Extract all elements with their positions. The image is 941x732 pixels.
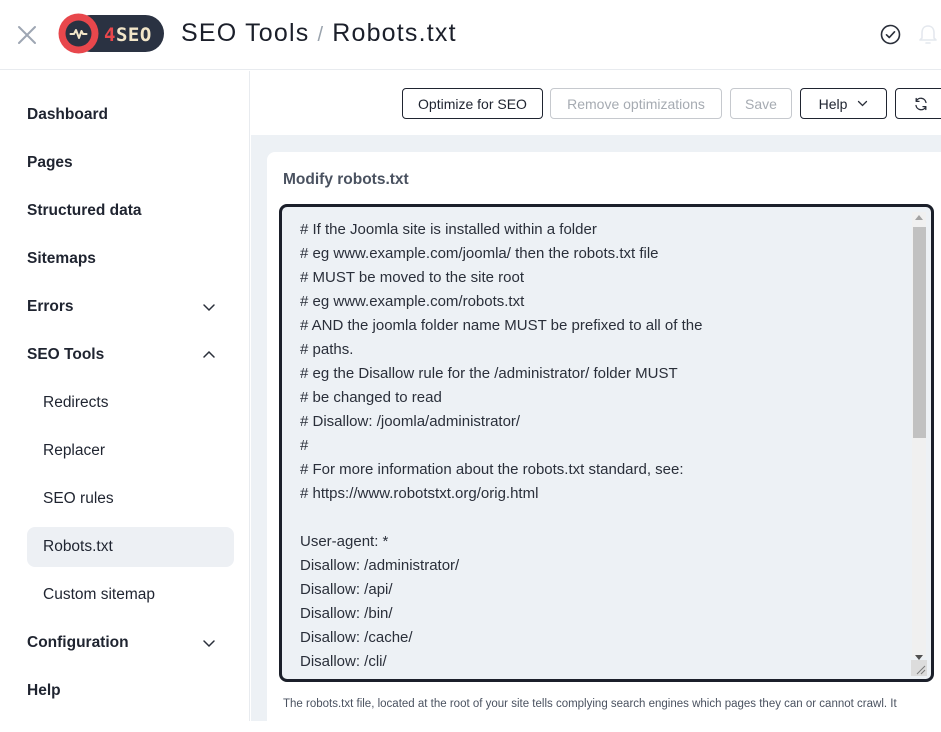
help-description: The robots.txt file, located at the root… (283, 698, 897, 710)
sidebar-item-sitemaps[interactable]: Sitemaps (27, 240, 234, 278)
chevron-down-icon (203, 304, 215, 312)
refresh-icon (915, 97, 927, 110)
sidebar-item-help[interactable]: Help (27, 672, 234, 710)
check-circle-icon[interactable] (880, 24, 901, 45)
editor-scrollbar[interactable] (912, 212, 926, 660)
sidebar-item-label: Configuration (27, 634, 129, 651)
top-bar: 4SEO SEO Tools / Robots.txt (0, 0, 941, 70)
scrollbar-thumb[interactable] (913, 227, 926, 438)
main-content: Optimize for SEO Remove optimizations Sa… (251, 71, 941, 732)
resize-grip-icon (916, 665, 926, 675)
bell-icon[interactable] (918, 24, 938, 46)
sidebar-item-pages[interactable]: Pages (27, 144, 234, 182)
chevron-down-icon (858, 100, 868, 107)
breadcrumb-separator: / (317, 24, 325, 46)
scroll-up-arrow-icon[interactable] (915, 215, 923, 220)
robots-txt-content[interactable]: # If the Joomla site is installed within… (300, 218, 910, 674)
card-title: Modify robots.txt (283, 171, 409, 188)
sidebar-item-label: Help (27, 682, 61, 699)
chevron-up-icon (203, 350, 215, 358)
help-dropdown-button[interactable]: Help (800, 88, 887, 119)
sidebar-item-label: SEO Tools (27, 346, 105, 363)
sidebar-subitem-label: Replacer (43, 442, 106, 459)
sidebar-subitem-label: Redirects (43, 394, 109, 411)
toolbar: Optimize for SEO Remove optimizations Sa… (251, 71, 941, 135)
sidebar-subitem-robots-txt[interactable]: Robots.txt (27, 527, 234, 567)
sidebar-item-dashboard[interactable]: Dashboard (27, 96, 234, 134)
sidebar-subitem-label: SEO rules (43, 490, 114, 507)
breadcrumb: SEO Tools / Robots.txt (181, 19, 457, 48)
breadcrumb-section[interactable]: SEO Tools (181, 19, 309, 47)
sidebar-subitem-replacer[interactable]: Replacer (27, 431, 234, 471)
close-button[interactable] (14, 22, 40, 48)
logo-text: 4SEO (104, 24, 152, 46)
page-title: Robots.txt (332, 19, 457, 47)
app-logo: 4SEO (58, 13, 165, 54)
sidebar-subitem-redirects[interactable]: Redirects (27, 383, 234, 423)
remove-optimizations-button[interactable]: Remove optimizations (550, 88, 722, 119)
sidebar: Dashboard Pages Structured data Sitemaps… (0, 71, 250, 721)
sidebar-item-label: Structured data (27, 202, 142, 219)
close-icon (18, 26, 36, 44)
sidebar-subitem-label: Custom sitemap (43, 586, 155, 603)
sidebar-item-errors[interactable]: Errors (27, 288, 234, 326)
sidebar-item-label: Sitemaps (27, 250, 96, 267)
chevron-down-icon (203, 640, 215, 648)
optimize-for-seo-button[interactable]: Optimize for SEO (402, 88, 543, 119)
sidebar-subitem-label: Robots.txt (43, 538, 113, 555)
sidebar-item-structured-data[interactable]: Structured data (27, 192, 234, 230)
sidebar-item-seo-tools[interactable]: SEO Tools (27, 336, 234, 374)
save-button[interactable]: Save (730, 88, 792, 119)
refresh-button[interactable] (895, 88, 941, 119)
sidebar-item-label: Errors (27, 298, 74, 315)
sidebar-item-label: Dashboard (27, 106, 108, 123)
help-button-label: Help (818, 95, 848, 112)
resize-handle[interactable] (911, 660, 927, 676)
robots-txt-editor[interactable]: # If the Joomla site is installed within… (279, 204, 934, 682)
sidebar-subitem-seo-rules[interactable]: SEO rules (27, 479, 234, 519)
sidebar-item-configuration[interactable]: Configuration (27, 624, 234, 662)
sidebar-item-label: Pages (27, 154, 73, 171)
sidebar-subitem-custom-sitemap[interactable]: Custom sitemap (27, 575, 234, 615)
